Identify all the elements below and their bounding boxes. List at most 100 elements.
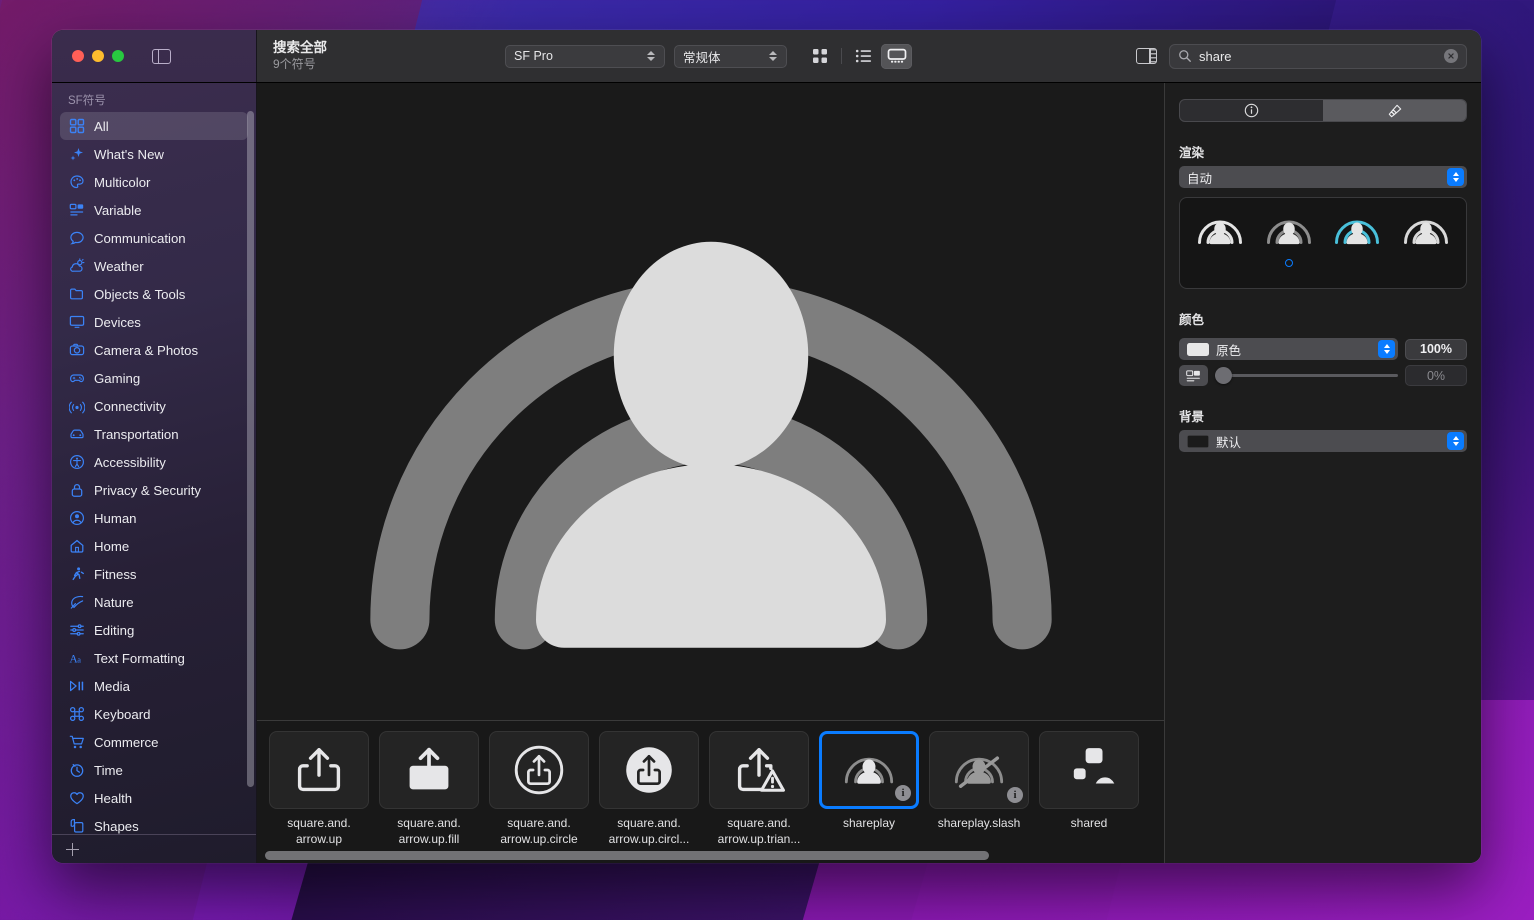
car-icon <box>68 426 85 443</box>
render-mode-monochrome[interactable] <box>1195 211 1245 253</box>
sidebar-item-gaming[interactable]: Gaming <box>60 364 248 392</box>
sidebar-item-accessibility[interactable]: Accessibility <box>60 448 248 476</box>
info-circle-icon <box>1244 103 1259 118</box>
symbol-tile[interactable]: square.and. arrow.up <box>269 731 369 847</box>
sidebar-scroll-area[interactable]: SF符号 All What's New Multicolor Variable Comm… <box>52 83 256 834</box>
render-mode-select[interactable]: 自动 <box>1179 166 1467 188</box>
sidebar-item-human[interactable]: Human <box>60 504 248 532</box>
symbol-tile[interactable]: square.and. arrow.up.fill <box>379 731 479 847</box>
symbol-tile-icon-box[interactable]: i <box>819 731 919 809</box>
close-icon <box>1448 53 1454 59</box>
sidebar-item-time[interactable]: Time <box>60 756 248 784</box>
titlebar-main-region: 搜索全部 9个符号 SF Pro 常规体 <box>257 30 1481 82</box>
symbol-tile-icon-box[interactable] <box>269 731 369 809</box>
sidebar-item-text-formatting[interactable]: Aa Text Formatting <box>60 644 248 672</box>
symbol-tile-icon-box[interactable]: i <box>929 731 1029 809</box>
square-and-arrow-up-trianglebadge-icon <box>737 748 785 792</box>
layer-icon[interactable] <box>1179 365 1208 386</box>
sidebar-item-objects-tools[interactable]: Objects & Tools <box>60 280 248 308</box>
command-icon <box>68 706 85 723</box>
sidebar-item-shapes[interactable]: Shapes <box>60 812 248 834</box>
sidebar-item-health[interactable]: Health <box>60 784 248 812</box>
sidebar-item-editing[interactable]: Editing <box>60 616 248 644</box>
info-badge-icon[interactable]: i <box>895 785 911 801</box>
scrollbar-track[interactable] <box>261 850 1160 860</box>
symbol-tile[interactable]: i shareplay <box>819 731 919 831</box>
sidebar-item-nature[interactable]: Nature <box>60 588 248 616</box>
close-button[interactable] <box>72 50 84 62</box>
sidebar-item-communication[interactable]: Communication <box>60 224 248 252</box>
symbol-tile[interactable]: square.and. arrow.up.circle <box>489 731 589 847</box>
symbol-tile[interactable]: square.and. arrow.up.trian... <box>709 731 809 847</box>
shareplay-preview-icon <box>1266 220 1311 245</box>
sidebar-item-keyboard[interactable]: Keyboard <box>60 700 248 728</box>
sidebar-item-all[interactable]: All <box>60 112 248 140</box>
sidebar-item-media[interactable]: Media <box>60 672 248 700</box>
stepper-icon[interactable] <box>1447 432 1464 450</box>
grid-view-button[interactable] <box>804 44 835 69</box>
search-input[interactable] <box>1199 48 1437 64</box>
font-family-popup[interactable]: SF Pro <box>505 44 665 68</box>
font-weight-popup[interactable]: 常规体 <box>674 44 787 68</box>
sparkles-icon <box>68 146 85 163</box>
sidebar-item-devices[interactable]: Devices <box>60 308 248 336</box>
color-opacity-field[interactable]: 100% <box>1405 338 1467 360</box>
tab-info[interactable] <box>1180 100 1323 121</box>
symbol-tile-icon-box[interactable] <box>1039 731 1139 809</box>
sidebar-item-weather[interactable]: Weather <box>60 252 248 280</box>
zoom-button[interactable] <box>112 50 124 62</box>
render-mode-multicolor[interactable] <box>1401 211 1451 253</box>
stepper-icon[interactable] <box>1378 340 1395 358</box>
clear-search-button[interactable] <box>1444 49 1458 63</box>
symbol-tile-icon-box[interactable] <box>709 731 809 809</box>
sidebar-item-fitness[interactable]: Fitness <box>60 560 248 588</box>
stepper-icon[interactable] <box>1447 168 1464 186</box>
sidebar-item-label: All <box>94 118 109 134</box>
sidebar-scrollbar[interactable] <box>247 111 254 834</box>
sidebar-item-camera-photos[interactable]: Camera & Photos <box>60 336 248 364</box>
symbol-tile[interactable]: i shareplay.slash <box>929 731 1029 831</box>
minimize-button[interactable] <box>92 50 104 62</box>
sidebar-item-home[interactable]: Home <box>60 532 248 560</box>
symbol-tile-icon-box[interactable] <box>599 731 699 809</box>
sidebar-item-multicolor[interactable]: Multicolor <box>60 168 248 196</box>
sidebar-item-transportation[interactable]: Transportation <box>60 420 248 448</box>
sidebar-item-label: Health <box>94 790 133 806</box>
scrollbar-thumb[interactable] <box>265 850 989 860</box>
add-icon[interactable] <box>66 842 79 856</box>
symbol-tile[interactable]: shared <box>1039 731 1139 831</box>
paintbrush-icon <box>1388 104 1401 117</box>
grid-icon <box>68 118 85 135</box>
search-field[interactable] <box>1169 43 1467 69</box>
sidebar-item-privacy-security[interactable]: Privacy & Security <box>60 476 248 504</box>
inspector-toggle-icon[interactable] <box>1136 48 1157 64</box>
background-select[interactable]: 默认 <box>1179 430 1467 452</box>
symbol-tile-icon-box[interactable] <box>379 731 479 809</box>
sidebar-scrollbar-thumb[interactable] <box>247 111 254 787</box>
sidebar-item-variable[interactable]: Variable <box>60 196 248 224</box>
symbol-tile-label: shareplay <box>842 816 896 830</box>
symbol-tile[interactable]: square.and. arrow.up.circl... <box>599 731 699 847</box>
sidebar-item-what-s-new[interactable]: What's New <box>60 140 248 168</box>
sidebar-item-connectivity[interactable]: Connectivity <box>60 392 248 420</box>
tab-style[interactable] <box>1323 100 1466 121</box>
render-mode-palette[interactable] <box>1332 211 1382 253</box>
window-controls <box>72 50 124 62</box>
sidebar-toggle-icon[interactable] <box>152 48 171 64</box>
symbol-tile-icon-box[interactable] <box>489 731 589 809</box>
info-badge-icon[interactable]: i <box>1007 787 1023 803</box>
symbol-strip-scrollbar[interactable] <box>257 847 1164 863</box>
render-mode-hierarchical[interactable] <box>1264 211 1314 253</box>
symbol-preview <box>257 83 1164 720</box>
secondary-opacity-slider[interactable] <box>1215 365 1398 386</box>
list-view-button[interactable] <box>848 44 879 69</box>
inspector-tab-group <box>1179 99 1467 122</box>
symbol-strip[interactable]: square.and. arrow.up square.and. arrow.up.f… <box>257 721 1164 847</box>
gallery-view-button[interactable] <box>881 43 912 69</box>
color-select[interactable]: 原色 <box>1179 338 1398 360</box>
shareplay-slash-icon <box>954 756 1004 788</box>
secondary-opacity-field[interactable]: 0% <box>1405 365 1467 386</box>
slider-knob[interactable] <box>1215 367 1232 384</box>
sidebar-item-commerce[interactable]: Commerce <box>60 728 248 756</box>
shareplay-large-icon <box>369 241 1052 649</box>
